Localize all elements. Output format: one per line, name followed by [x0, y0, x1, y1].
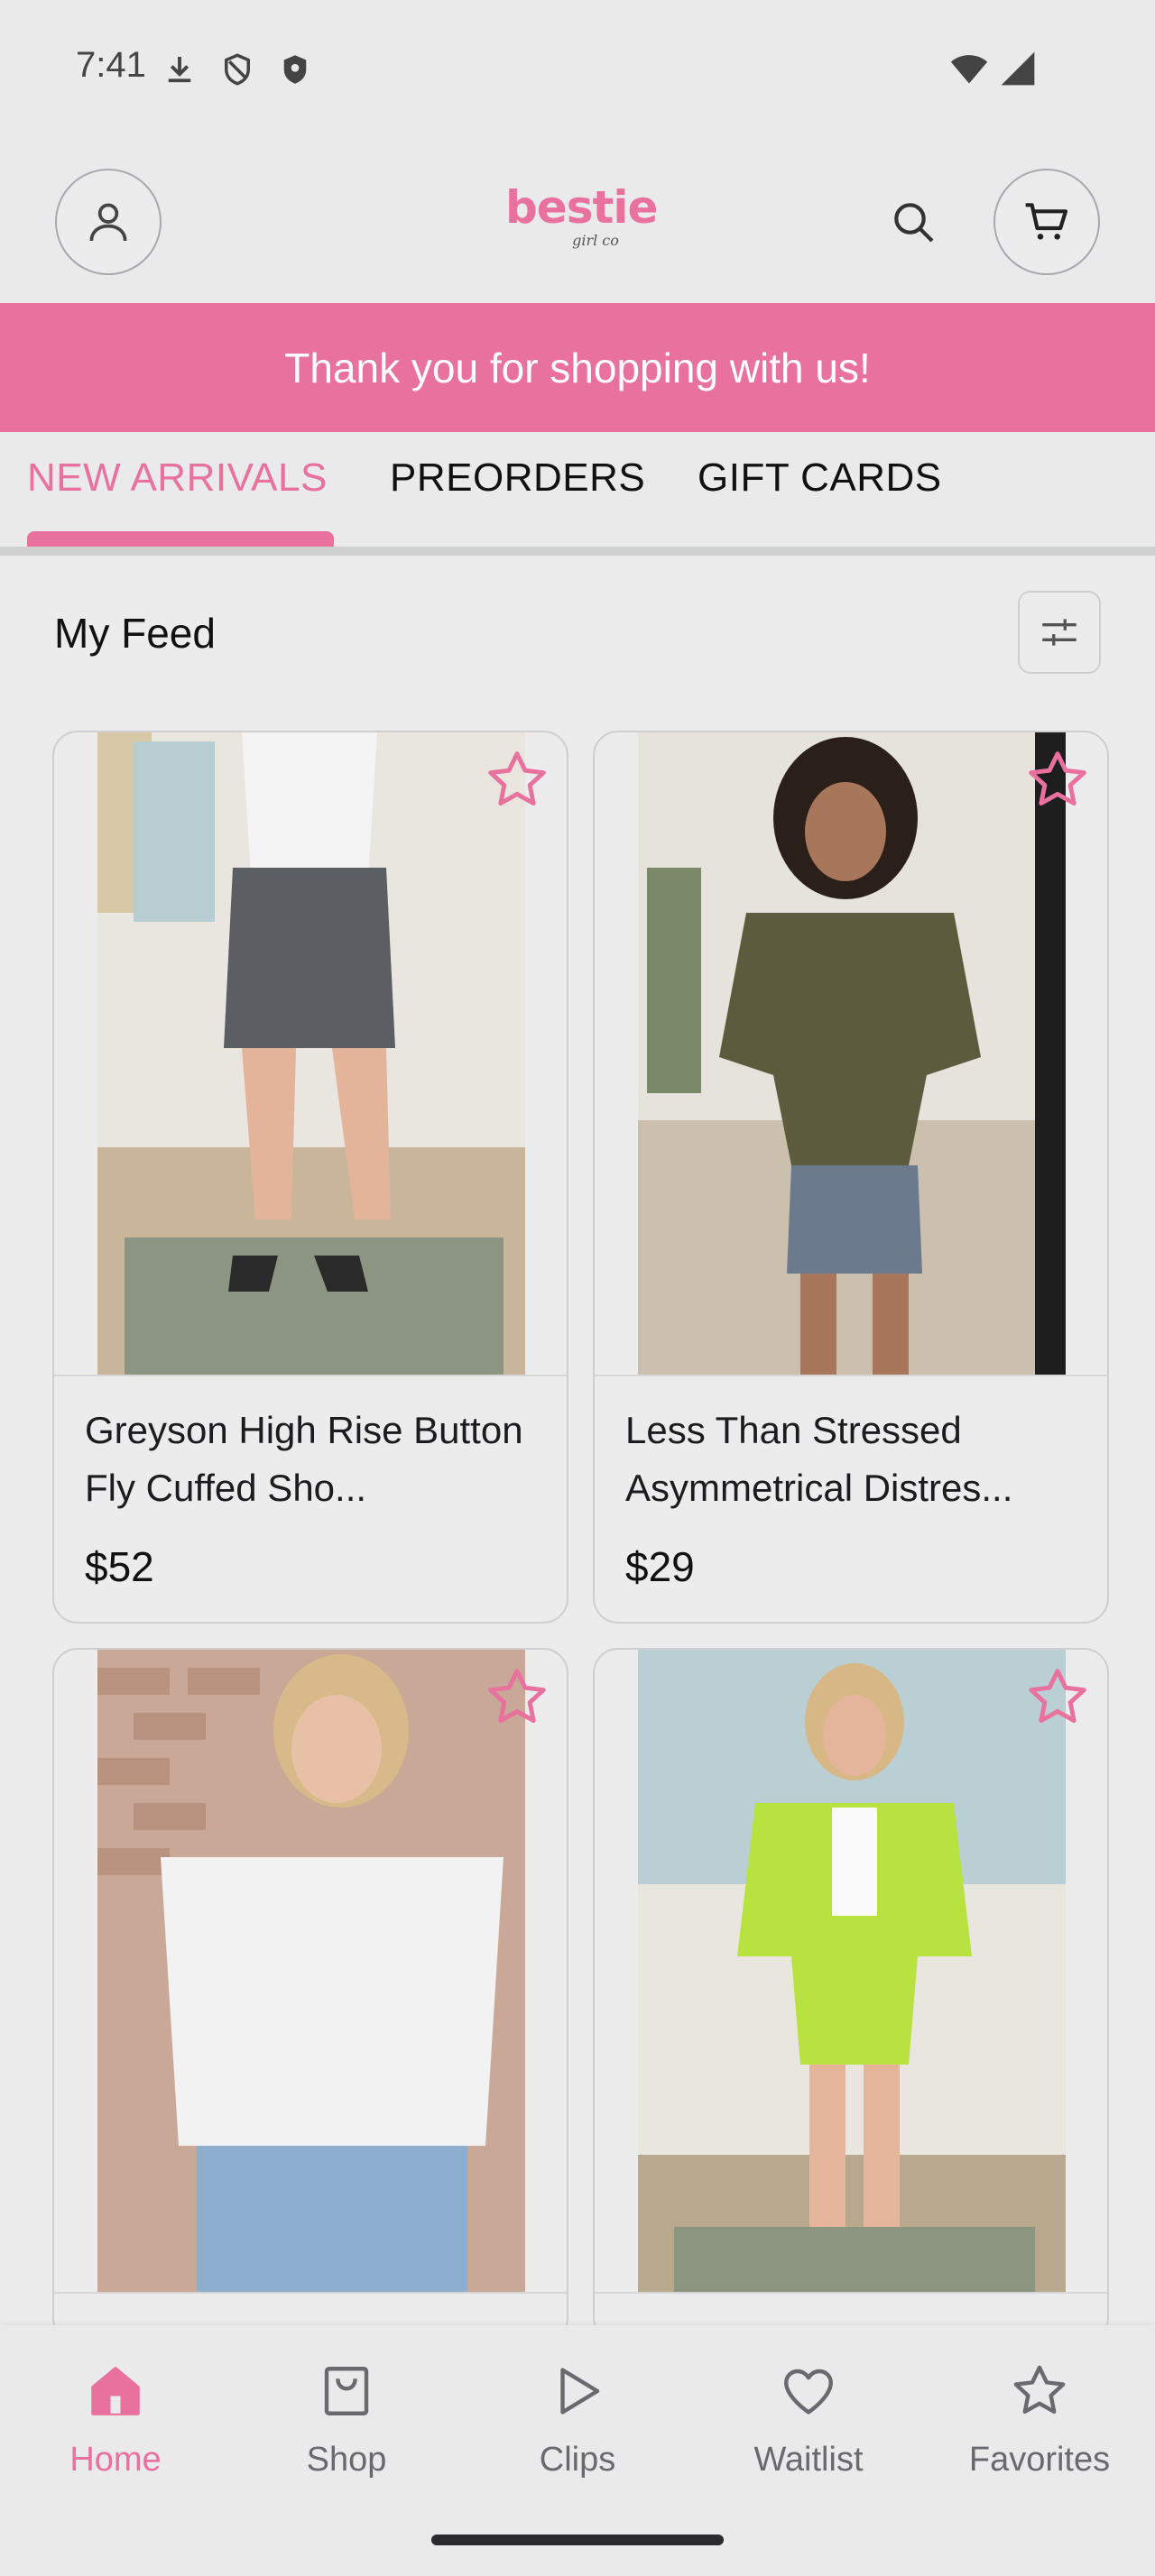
product-photo [638, 1650, 1066, 2292]
status-system-icons [949, 49, 1038, 88]
nav-home-label: Home [69, 2441, 162, 2479]
signal-icon [1001, 51, 1035, 86]
tab-preorders[interactable]: PREORDERS [390, 455, 645, 501]
tab-new-arrivals[interactable]: NEW ARRIVALS [27, 455, 328, 501]
shield-filled-icon [283, 55, 307, 84]
product-photo [97, 732, 525, 1375]
card-divider [595, 1375, 1107, 1376]
nav-shop-label: Shop [306, 2441, 387, 2479]
nav-clips[interactable]: Clips [487, 2361, 668, 2479]
cart-button[interactable] [993, 169, 1100, 275]
banner-text: Thank you for shopping with us! [284, 344, 871, 391]
feed-title: My Feed [54, 610, 216, 657]
product-image[interactable] [97, 1650, 525, 2292]
star-icon [488, 1669, 546, 1724]
logo-tagline: girl co [572, 232, 619, 249]
cart-icon [1025, 203, 1068, 240]
card-divider [54, 2292, 567, 2294]
nav-waitlist-label: Waitlist [753, 2441, 864, 2479]
heart-icon [784, 2369, 833, 2415]
search-icon [894, 203, 934, 243]
product-photo [638, 732, 1066, 1375]
nav-favorites[interactable]: Favorites [949, 2361, 1130, 2479]
product-price: $29 [625, 1543, 695, 1590]
app-header: bestie girl co [0, 135, 1155, 303]
card-divider [595, 2292, 1107, 2294]
status-notification-icons [161, 51, 314, 88]
favorite-star-button[interactable] [1024, 747, 1091, 814]
brand-logo[interactable]: bestie girl co [505, 181, 658, 256]
product-image[interactable] [638, 1650, 1066, 2292]
nav-clips-label: Clips [539, 2441, 616, 2479]
favorite-star-button[interactable] [484, 747, 550, 814]
profile-button[interactable] [55, 169, 162, 275]
nav-favorites-label: Favorites [968, 2441, 1111, 2479]
bag-icon [324, 2367, 369, 2415]
logo-wordmark: bestie [505, 181, 658, 234]
nav-waitlist[interactable]: Waitlist [718, 2361, 899, 2479]
nav-shop[interactable]: Shop [256, 2361, 437, 2479]
star-icon [488, 751, 546, 806]
active-tab-indicator [27, 531, 334, 547]
home-icon [91, 2367, 140, 2415]
search-button[interactable] [886, 195, 940, 249]
profile-icon [89, 203, 127, 242]
favorite-star-button[interactable] [484, 1664, 550, 1731]
download-icon [168, 57, 191, 83]
product-card[interactable]: Less Than Stressed Asymmetrical Distres.… [593, 731, 1109, 1624]
promo-banner: Thank you for shopping with us! [0, 303, 1155, 432]
star-icon [1013, 2365, 1066, 2415]
home-indicator[interactable] [431, 2535, 724, 2545]
product-price: $52 [85, 1543, 154, 1590]
product-image[interactable] [638, 732, 1066, 1375]
tab-gift-cards[interactable]: GIFT CARDS [698, 455, 942, 501]
card-divider [54, 1375, 567, 1376]
nav-home[interactable]: Home [25, 2361, 206, 2479]
product-card[interactable]: Greyson High Rise Button Fly Cuffed Sho.… [52, 731, 568, 1624]
star-icon [1029, 1669, 1086, 1724]
shield-outline-icon [225, 53, 250, 86]
tabs-divider [0, 547, 1155, 556]
wifi-icon [950, 55, 988, 84]
category-tabs: NEW ARRIVALS PREORDERS GIFT CARDS [0, 432, 1155, 556]
product-name: Greyson High Rise Button Fly Cuffed Sho.… [85, 1409, 523, 1509]
status-bar: 7:41 [0, 0, 1155, 135]
star-icon [1029, 751, 1086, 806]
favorite-star-button[interactable] [1024, 1664, 1091, 1731]
product-card[interactable] [52, 1648, 568, 2342]
product-photo [97, 1650, 525, 2292]
filter-button[interactable] [1018, 591, 1101, 674]
status-time: 7:41 [76, 45, 146, 85]
product-card[interactable] [593, 1648, 1109, 2342]
product-image[interactable] [97, 732, 525, 1375]
play-icon [560, 2368, 600, 2415]
product-name: Less Than Stressed Asymmetrical Distres.… [625, 1409, 1013, 1509]
sliders-icon [1042, 619, 1076, 646]
